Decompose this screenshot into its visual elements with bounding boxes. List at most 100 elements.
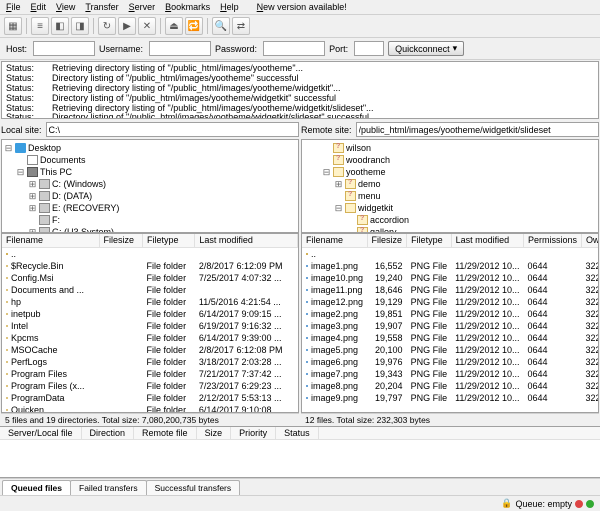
- queue-column[interactable]: Server/Local file: [0, 427, 82, 439]
- tree-node[interactable]: F:: [4, 214, 296, 226]
- file-row[interactable]: image9.png19,797PNG File11/29/2012 10...…: [302, 392, 599, 404]
- column-header[interactable]: Last modified: [451, 234, 523, 247]
- toolbar-btn-reconnect[interactable]: 🔁: [185, 17, 203, 35]
- queue-column[interactable]: Remote file: [134, 427, 197, 439]
- local-path-input[interactable]: [46, 122, 299, 137]
- host-input[interactable]: [33, 41, 95, 56]
- tree-node[interactable]: ⊟yootheme: [304, 166, 596, 178]
- column-header[interactable]: Permissions: [523, 234, 581, 247]
- password-input[interactable]: [263, 41, 325, 56]
- tab-successful-transfers[interactable]: Successful transfers: [146, 480, 241, 495]
- quickconnect-button[interactable]: Quickconnect▾: [388, 41, 464, 56]
- tree-node[interactable]: ⊟widgetkit: [304, 202, 596, 214]
- column-header[interactable]: Owner/Gro: [581, 234, 599, 247]
- tree-twisty-icon[interactable]: ⊟: [334, 203, 343, 214]
- message-log[interactable]: Status:Retrieving directory listing of "…: [1, 61, 599, 119]
- file-row[interactable]: image11.png18,646PNG File11/29/2012 10..…: [302, 284, 599, 296]
- file-row[interactable]: ProgramDataFile folder2/12/2017 5:53:13 …: [2, 392, 298, 404]
- file-row[interactable]: $Recycle.BinFile folder2/8/2017 6:12:09 …: [2, 260, 298, 272]
- tree-node[interactable]: gallery: [304, 226, 596, 233]
- tree-node[interactable]: ⊞G: (U3 System): [4, 226, 296, 233]
- queue-body[interactable]: [0, 440, 600, 478]
- menu-file[interactable]: File: [6, 2, 21, 12]
- file-row[interactable]: image1.png16,552PNG File11/29/2012 10...…: [302, 260, 599, 272]
- tree-twisty-icon[interactable]: ⊟: [322, 167, 331, 178]
- menu-help[interactable]: Help: [220, 2, 239, 12]
- file-row[interactable]: image8.png20,204PNG File11/29/2012 10...…: [302, 380, 599, 392]
- queue-column[interactable]: Priority: [231, 427, 276, 439]
- username-input[interactable]: [149, 41, 211, 56]
- remote-tree[interactable]: wilsonwoodranch⊟yootheme⊞demomenu⊟widget…: [301, 139, 599, 233]
- toolbar-btn-togglequeue[interactable]: ◨: [71, 17, 89, 35]
- tab-queued-files[interactable]: Queued files: [2, 480, 71, 495]
- column-header[interactable]: Filesize: [99, 234, 143, 247]
- tree-node[interactable]: ⊟Desktop: [4, 142, 296, 154]
- tree-node[interactable]: menu: [304, 190, 596, 202]
- file-row[interactable]: KpcmsFile folder6/14/2017 9:39:00 ...: [2, 332, 298, 344]
- file-row[interactable]: image12.png19,129PNG File11/29/2012 10..…: [302, 296, 599, 308]
- tree-node[interactable]: ⊞D: (DATA): [4, 190, 296, 202]
- menu-view[interactable]: View: [56, 2, 75, 12]
- tree-node[interactable]: wilson: [304, 142, 596, 154]
- file-row[interactable]: PerfLogsFile folder3/18/2017 2:03:28 ...: [2, 356, 298, 368]
- column-header[interactable]: Filesize: [367, 234, 407, 247]
- file-row[interactable]: QuickenFile folder6/14/2017 9:10:08 ...: [2, 404, 298, 414]
- file-row[interactable]: image4.png19,558PNG File11/29/2012 10...…: [302, 332, 599, 344]
- file-row[interactable]: Documents and ...File folder: [2, 284, 298, 296]
- menu-new-version-available-[interactable]: New version available!: [257, 2, 347, 12]
- tree-twisty-icon[interactable]: ⊞: [334, 179, 343, 190]
- column-header[interactable]: Filetype: [143, 234, 195, 247]
- local-tree[interactable]: ⊟DesktopDocuments⊟This PC⊞C: (Windows)⊞D…: [1, 139, 299, 233]
- tree-node[interactable]: ⊞E: (RECOVERY): [4, 202, 296, 214]
- file-row[interactable]: IntelFile folder6/19/2017 9:16:32 ...: [2, 320, 298, 332]
- file-row[interactable]: Program FilesFile folder7/21/2017 7:37:4…: [2, 368, 298, 380]
- column-header[interactable]: Last modified: [195, 234, 298, 247]
- file-row[interactable]: Config.MsiFile folder7/25/2017 4:07:32 .…: [2, 272, 298, 284]
- toolbar-btn-compare[interactable]: ⇄: [232, 17, 250, 35]
- queue-column[interactable]: Size: [197, 427, 232, 439]
- file-row[interactable]: hpFile folder11/5/2016 4:21:54 ...: [2, 296, 298, 308]
- menu-server[interactable]: Server: [129, 2, 156, 12]
- queue-column[interactable]: Status: [276, 427, 319, 439]
- toolbar-btn-toggletree[interactable]: ◧: [51, 17, 69, 35]
- tree-twisty-icon[interactable]: ⊞: [28, 179, 37, 190]
- queue-column[interactable]: Direction: [82, 427, 135, 439]
- menu-edit[interactable]: Edit: [31, 2, 47, 12]
- menu-bookmarks[interactable]: Bookmarks: [165, 2, 210, 12]
- file-row[interactable]: image6.png19,976PNG File11/29/2012 10...…: [302, 356, 599, 368]
- tree-twisty-icon[interactable]: ⊞: [28, 203, 37, 214]
- chevron-down-icon[interactable]: ▾: [453, 43, 458, 54]
- file-row[interactable]: ..: [302, 247, 599, 260]
- tree-node[interactable]: ⊞demo: [304, 178, 596, 190]
- remote-path-input[interactable]: [356, 122, 599, 137]
- file-row[interactable]: image3.png19,907PNG File11/29/2012 10...…: [302, 320, 599, 332]
- toolbar-btn-cancel[interactable]: ✕: [138, 17, 156, 35]
- column-header[interactable]: Filename: [2, 234, 99, 247]
- tab-failed-transfers[interactable]: Failed transfers: [70, 480, 147, 495]
- file-row[interactable]: image7.png19,343PNG File11/29/2012 10...…: [302, 368, 599, 380]
- file-row[interactable]: ..: [2, 247, 298, 260]
- menu-transfer[interactable]: Transfer: [85, 2, 118, 12]
- remote-filelist[interactable]: FilenameFilesizeFiletypeLast modifiedPer…: [301, 233, 599, 413]
- toolbar-btn-process[interactable]: ▶: [118, 17, 136, 35]
- file-row[interactable]: image2.png19,851PNG File11/29/2012 10...…: [302, 308, 599, 320]
- port-input[interactable]: [354, 41, 384, 56]
- file-row[interactable]: image10.png19,240PNG File11/29/2012 10..…: [302, 272, 599, 284]
- column-header[interactable]: Filename: [302, 234, 367, 247]
- file-row[interactable]: image5.png20,100PNG File11/29/2012 10...…: [302, 344, 599, 356]
- file-row[interactable]: MSOCacheFile folder2/8/2017 6:12:08 PM: [2, 344, 298, 356]
- toolbar-btn-filter[interactable]: 🔍: [212, 17, 230, 35]
- file-row[interactable]: Program Files (x...File folder7/23/2017 …: [2, 380, 298, 392]
- toolbar-btn-refresh[interactable]: ↻: [98, 17, 116, 35]
- toolbar-btn-disconnect[interactable]: ⏏: [165, 17, 183, 35]
- toolbar-btn-togglelog[interactable]: ≡: [31, 17, 49, 35]
- toolbar-btn-sitemanager[interactable]: ▦: [4, 17, 22, 35]
- tree-node[interactable]: Documents: [4, 154, 296, 166]
- local-filelist[interactable]: FilenameFilesizeFiletypeLast modified..$…: [1, 233, 299, 413]
- tree-node[interactable]: accordion: [304, 214, 596, 226]
- tree-node[interactable]: ⊟This PC: [4, 166, 296, 178]
- tree-twisty-icon[interactable]: ⊟: [16, 167, 25, 178]
- file-row[interactable]: inetpubFile folder6/14/2017 9:09:15 ...: [2, 308, 298, 320]
- tree-twisty-icon[interactable]: ⊟: [4, 143, 13, 154]
- column-header[interactable]: Filetype: [407, 234, 452, 247]
